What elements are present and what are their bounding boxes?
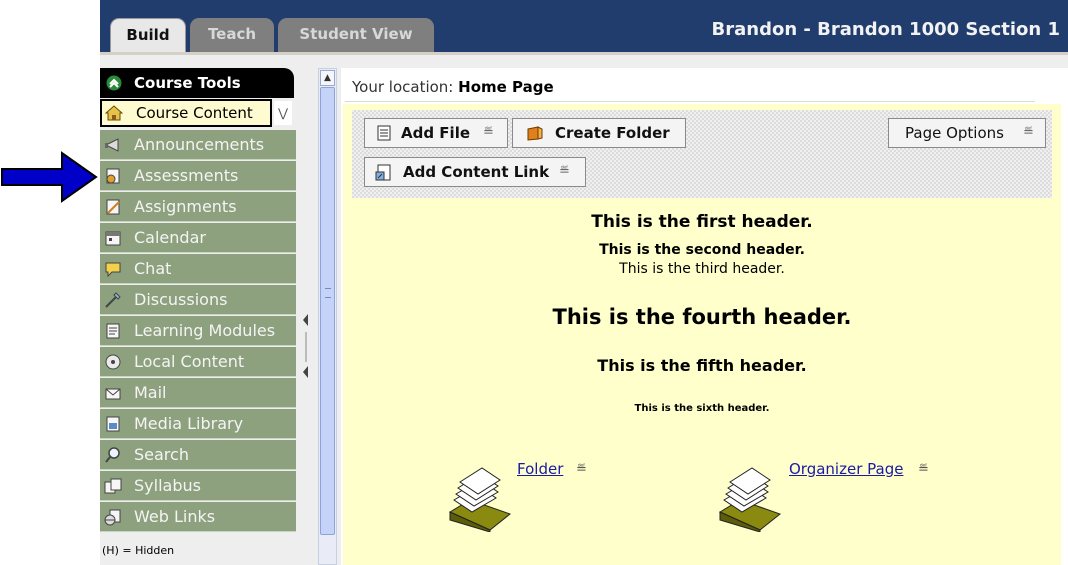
sidebar-item-assignments[interactable]: Assignments	[100, 192, 296, 222]
collapse-up-icon[interactable]	[106, 75, 122, 91]
folder-icon	[527, 126, 543, 141]
header-6: This is the sixth header.	[634, 403, 770, 414]
calendar-icon	[105, 231, 121, 246]
create-folder-label: Create Folder	[555, 124, 670, 142]
sidebar-item-announcements[interactable]: Announcements	[100, 130, 296, 160]
breadcrumb-current-page: Home Page	[458, 78, 554, 96]
sidebar-item-discussions[interactable]: Discussions	[100, 285, 296, 315]
sidebar-item-local-content[interactable]: Local Content	[100, 347, 296, 377]
tab-student-view[interactable]: Student View	[278, 18, 434, 52]
sidebar-item-assessments[interactable]: Assessments	[100, 161, 296, 191]
sidebar-item-learning-modules[interactable]: Learning Modules	[100, 316, 296, 346]
sidebar-item-label: Web Links	[134, 507, 216, 526]
divider	[345, 101, 1035, 102]
sidebar-item-label: Assessments	[134, 166, 239, 185]
file-icon	[377, 125, 391, 141]
sidebar-item-calendar[interactable]: Calendar	[100, 223, 296, 253]
tab-build[interactable]: Build	[110, 18, 186, 52]
sidebar-item-label: Course Content	[136, 104, 253, 122]
course-title: Brandon - Brandon 1000 Section 1	[711, 19, 1060, 40]
header-2: This is the second header.	[599, 242, 805, 258]
sidebar-item-search[interactable]: Search	[100, 440, 296, 470]
module-icon	[106, 323, 120, 339]
mail-icon	[105, 388, 121, 400]
header-5: This is the fifth header.	[597, 356, 807, 375]
page-options-label: Page Options	[905, 124, 1004, 142]
sidebar-item-chat[interactable]: Chat	[100, 254, 296, 284]
sidebar-item-label: Discussions	[134, 290, 228, 309]
menu-chevron-icon: ≝	[1023, 125, 1034, 140]
search-icon	[105, 447, 120, 463]
sidebar-item-web-links[interactable]: Web Links	[100, 502, 296, 532]
add-file-label: Add File	[401, 124, 471, 142]
folder-stack-icon[interactable]	[444, 466, 514, 532]
sidebar-item-mail[interactable]: Mail	[100, 378, 296, 408]
sidebar-item-label: Mail	[134, 383, 167, 402]
breadcrumb: Your location: Home Page	[352, 78, 554, 96]
folder-stack-icon[interactable]	[714, 466, 784, 532]
breadcrumb-prefix: Your location:	[352, 78, 454, 96]
scroll-grip-icon	[325, 288, 331, 298]
sidebar-item-course-content[interactable]: Course Content	[100, 99, 272, 127]
sidebar-item-label: Chat	[134, 259, 172, 278]
vertical-scrollbar[interactable]: ▲	[318, 68, 337, 565]
add-file-button[interactable]: Add File ≝	[364, 118, 508, 148]
sidebar-item-label: Search	[134, 445, 189, 464]
sidebar-item-label: Media Library	[134, 414, 244, 433]
hidden-legend: (H) = Hidden	[102, 544, 175, 557]
assignment-icon	[106, 199, 120, 215]
tab-teach[interactable]: Teach	[190, 18, 274, 52]
weblinks-icon	[104, 509, 121, 526]
scroll-up-arrow-icon[interactable]: ▲	[320, 70, 335, 86]
menu-chevron-icon[interactable]: ≝	[576, 462, 587, 477]
sidebar-header[interactable]: Course Tools	[100, 68, 294, 98]
menu-chevron-icon[interactable]: ≝	[918, 462, 929, 477]
sidebar-item-label: Calendar	[134, 228, 206, 247]
top-header-bar: Build Teach Student View Brandon - Brand…	[100, 0, 1068, 52]
organizer-page-link[interactable]: Organizer Page	[789, 460, 903, 478]
sidebar-item-media-library[interactable]: Media Library	[100, 409, 296, 439]
add-content-link-label: Add Content Link	[403, 163, 550, 181]
header-3: This is the third header.	[619, 261, 785, 277]
pointer-arrow-icon	[1, 151, 98, 203]
sidebar-item-label: Local Content	[134, 352, 245, 371]
chat-icon	[105, 262, 121, 278]
menu-chevron-icon: ≝	[559, 164, 570, 179]
chevron-down-icon[interactable]: ⋁	[274, 101, 292, 125]
sidebar-collapse-handle[interactable]	[300, 312, 312, 382]
disc-icon	[105, 354, 121, 370]
sidebar-title: Course Tools	[134, 74, 241, 92]
folder-link[interactable]: Folder	[517, 460, 563, 478]
sidebar-item-label: Learning Modules	[134, 321, 276, 340]
add-content-link-button[interactable]: Add Content Link ≝	[364, 157, 586, 187]
scrollbar-thumb[interactable]	[320, 87, 335, 535]
sidebar-item-label: Announcements	[134, 135, 265, 154]
sidebar-item-label: Assignments	[134, 197, 237, 216]
sidebar-item-label: Syllabus	[134, 476, 201, 495]
media-icon	[106, 416, 120, 432]
sidebar-item-syllabus[interactable]: Syllabus	[100, 471, 296, 501]
content-link-icon	[375, 164, 391, 181]
syllabus-icon	[104, 478, 122, 494]
menu-chevron-icon: ≝	[483, 125, 494, 140]
discussion-icon	[105, 292, 121, 308]
home-icon	[105, 105, 123, 121]
page-options-button[interactable]: Page Options ≝	[888, 118, 1046, 148]
assessment-icon	[106, 168, 120, 184]
course-tools-sidebar: Course Tools Course Content ⋁ Announceme…	[100, 68, 296, 565]
megaphone-icon	[104, 138, 119, 152]
header-4: This is the fourth header.	[552, 305, 852, 329]
header-1: This is the first header.	[591, 212, 813, 232]
create-folder-button[interactable]: Create Folder	[512, 118, 686, 148]
